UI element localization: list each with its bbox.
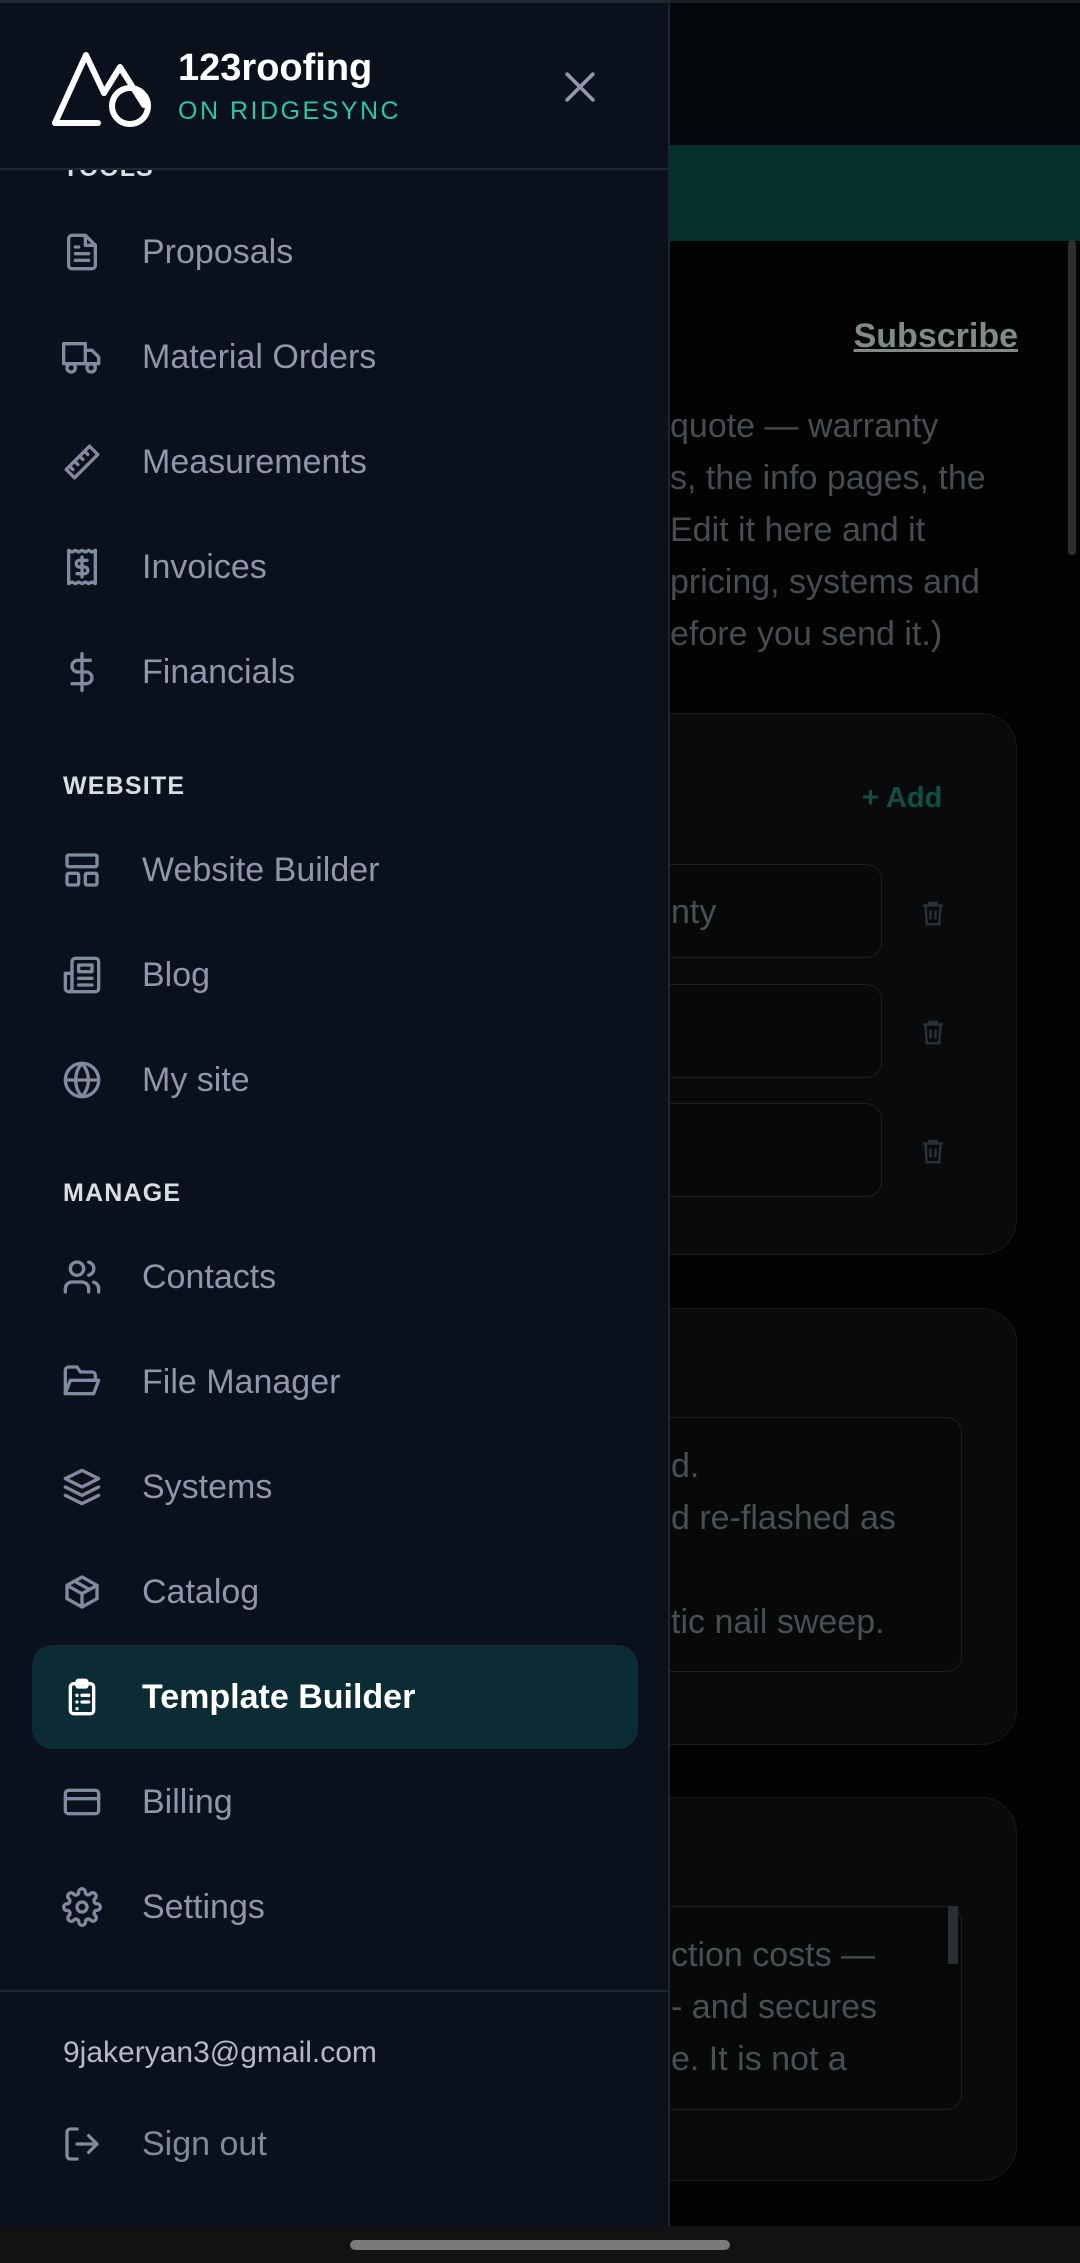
nav-label: Systems xyxy=(142,1468,273,1506)
description-line: s, the info pages, the xyxy=(670,459,986,497)
sign-out-icon xyxy=(65,2127,99,2161)
info-textarea[interactable]: ction costs — - and secures e. It is not… xyxy=(640,1906,962,2110)
globe-icon xyxy=(63,1061,101,1099)
nav-item-settings[interactable]: Settings xyxy=(32,1855,638,1959)
credit-card-icon xyxy=(63,1788,101,1816)
textarea-line xyxy=(671,1544,961,1596)
nav-item-website-builder[interactable]: Website Builder xyxy=(32,818,638,922)
template-description: quote — warranty s, the info pages, the … xyxy=(670,400,1070,660)
nav-label: File Manager xyxy=(142,1363,341,1401)
nav-label: Invoices xyxy=(142,548,267,586)
nav-label: My site xyxy=(142,1061,250,1099)
nav-label: Website Builder xyxy=(142,851,380,889)
clipboard-icon xyxy=(68,1678,96,1716)
drawer-header: 123roofing ON RIDGESYNC xyxy=(0,0,668,170)
textarea-line: tic nail sweep. xyxy=(671,1603,885,1641)
navigation-drawer: 123roofing ON RIDGESYNC TOOLS Proposals … xyxy=(0,0,670,2226)
nav-item-catalog[interactable]: Catalog xyxy=(32,1540,638,1644)
section-label-website: WEBSITE xyxy=(63,772,186,800)
nav-label: Material Orders xyxy=(142,338,377,376)
layers-icon xyxy=(63,1468,101,1506)
truck-icon xyxy=(62,342,101,374)
folder-icon xyxy=(63,1365,101,1396)
trash-icon[interactable] xyxy=(918,1134,948,1168)
nav-label: Proposals xyxy=(142,233,294,271)
receipt-icon xyxy=(67,548,98,586)
warranty-item-input[interactable]: nty xyxy=(640,864,882,958)
nav-item-template-builder[interactable]: Template Builder xyxy=(32,1645,638,1749)
section-label-manage: MANAGE xyxy=(63,1179,182,1207)
subscribe-link[interactable]: Subscribe xyxy=(854,317,1018,356)
add-button[interactable]: + Add xyxy=(862,782,942,815)
user-email: 9jakeryan3@gmail.com xyxy=(63,2036,377,2069)
description-line: efore you send it.) xyxy=(670,615,943,653)
nav-label: Billing xyxy=(142,1783,233,1821)
package-icon xyxy=(65,1575,99,1609)
textarea-line: d re-flashed as xyxy=(671,1499,896,1537)
drawer-footer: 9jakeryan3@gmail.com Sign out xyxy=(0,1990,668,2228)
nav-item-material-orders[interactable]: Material Orders xyxy=(32,305,638,409)
home-indicator[interactable] xyxy=(350,2240,730,2250)
nav-label: Financials xyxy=(142,653,296,691)
textarea-line: e. It is not a xyxy=(671,2040,847,2078)
nav-label: Settings xyxy=(142,1888,265,1926)
nav-label: Catalog xyxy=(142,1573,260,1611)
newspaper-icon xyxy=(63,956,101,994)
nav-item-file-manager[interactable]: File Manager xyxy=(32,1330,638,1434)
nav-item-billing[interactable]: Billing xyxy=(32,1750,638,1854)
trash-icon[interactable] xyxy=(918,896,948,930)
nav-label: Blog xyxy=(142,956,211,994)
textarea-line: d. xyxy=(671,1447,700,1485)
nav-label: Template Builder xyxy=(142,1678,416,1716)
nav-label: Measurements xyxy=(142,443,367,481)
layout-icon xyxy=(65,853,99,887)
document-icon xyxy=(67,233,98,271)
users-icon xyxy=(63,1260,101,1294)
nav-label: Contacts xyxy=(142,1258,277,1296)
description-line: pricing, systems and xyxy=(670,563,980,601)
dollar-icon xyxy=(70,652,94,692)
nav-item-measurements[interactable]: Measurements xyxy=(32,410,638,514)
brand-name: 123roofing xyxy=(178,47,373,89)
sign-out-button[interactable]: Sign out xyxy=(32,2092,638,2196)
trash-icon[interactable] xyxy=(918,1015,948,1049)
section-label-tools: TOOLS xyxy=(63,170,154,183)
drawer-nav[interactable]: TOOLS Proposals Material Orders Measurem… xyxy=(0,170,668,1990)
nav-item-blog[interactable]: Blog xyxy=(32,923,638,1027)
brand-subtitle: ON RIDGESYNC xyxy=(178,97,402,125)
textarea-line: - and secures xyxy=(671,1988,877,2026)
add-label: Add xyxy=(885,782,943,814)
nav-item-contacts[interactable]: Contacts xyxy=(32,1225,638,1329)
mountain-logo-icon xyxy=(52,52,151,127)
nav-item-proposals[interactable]: Proposals xyxy=(32,200,638,304)
warranty-item-input[interactable] xyxy=(640,984,882,1078)
nav-item-systems[interactable]: Systems xyxy=(32,1435,638,1539)
nav-item-financials[interactable]: Financials xyxy=(32,620,638,724)
nav-item-my-site[interactable]: My site xyxy=(32,1028,638,1132)
textarea-scrollbar[interactable] xyxy=(948,1906,958,1964)
gear-icon xyxy=(62,1887,102,1927)
sign-out-label: Sign out xyxy=(142,2125,267,2163)
close-icon[interactable] xyxy=(558,65,602,109)
description-line: quote — warranty xyxy=(670,407,939,445)
scope-textarea[interactable]: d. d re-flashed as tic nail sweep. xyxy=(640,1417,962,1672)
nav-item-invoices[interactable]: Invoices xyxy=(32,515,638,619)
plus-icon: + xyxy=(862,782,886,814)
textarea-line: ction costs — xyxy=(671,1936,876,1974)
description-line: Edit it here and it xyxy=(670,511,926,549)
warranty-item-input[interactable] xyxy=(640,1103,882,1197)
ruler-icon xyxy=(64,444,100,480)
